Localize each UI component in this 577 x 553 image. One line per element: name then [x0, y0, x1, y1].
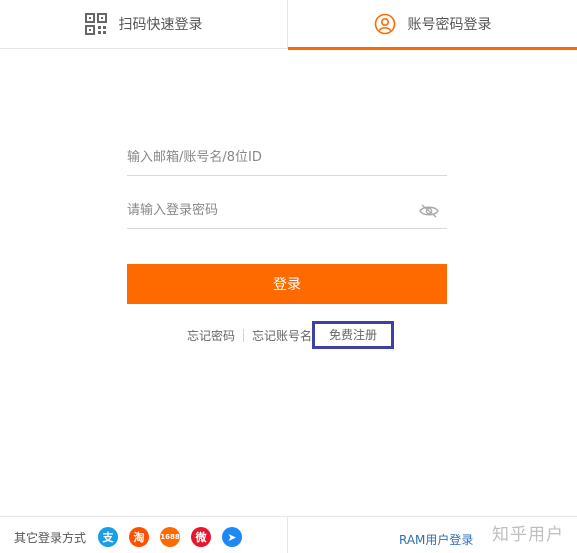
- ram-login-link[interactable]: RAM用户登录: [399, 531, 473, 548]
- toggle-visibility-eye-icon[interactable]: [419, 203, 439, 222]
- watermark: 知乎用户: [492, 525, 564, 545]
- login-page: 扫码快速登录 账号密码登录 登录: [0, 0, 577, 553]
- user-icon: [374, 13, 396, 35]
- other-login-methods: 其它登录方式 支 淘 1688 微 ➤: [14, 527, 243, 547]
- link-divider: [243, 328, 245, 342]
- register-link[interactable]: 免费注册: [329, 328, 377, 342]
- account-field: [127, 140, 447, 176]
- login-button[interactable]: 登录: [127, 264, 447, 304]
- footer-divider: [287, 517, 288, 553]
- password-field: [127, 193, 447, 229]
- 1688-icon[interactable]: 1688: [160, 527, 181, 547]
- account-input[interactable]: [127, 142, 447, 173]
- tab-password-label: 账号密码登录: [407, 16, 492, 33]
- tab-qr-label: 扫码快速登录: [118, 17, 203, 33]
- footer: 其它登录方式 支 淘 1688 微 ➤ RAM用户登录: [0, 516, 577, 553]
- forgot-password-link[interactable]: 忘记密码: [187, 327, 235, 344]
- forgot-account-link[interactable]: 忘记账号名: [252, 327, 312, 344]
- weibo-icon[interactable]: 微: [191, 527, 212, 547]
- taobao-icon[interactable]: 淘: [129, 527, 150, 547]
- tab-password-login[interactable]: 账号密码登录: [288, 0, 577, 50]
- qr-code-icon: [84, 13, 107, 35]
- alipay-icon[interactable]: 支: [98, 527, 119, 547]
- register-highlight-box: 免费注册: [312, 321, 395, 349]
- password-input[interactable]: [127, 195, 447, 226]
- auxiliary-links: 忘记密码 忘记账号名 免费注册: [187, 321, 395, 349]
- tab-qr-login[interactable]: 扫码快速登录: [0, 0, 288, 49]
- login-tabs: 扫码快速登录 账号密码登录: [0, 0, 577, 50]
- dingtalk-icon[interactable]: ➤: [222, 527, 243, 547]
- other-login-label: 其它登录方式: [14, 530, 87, 545]
